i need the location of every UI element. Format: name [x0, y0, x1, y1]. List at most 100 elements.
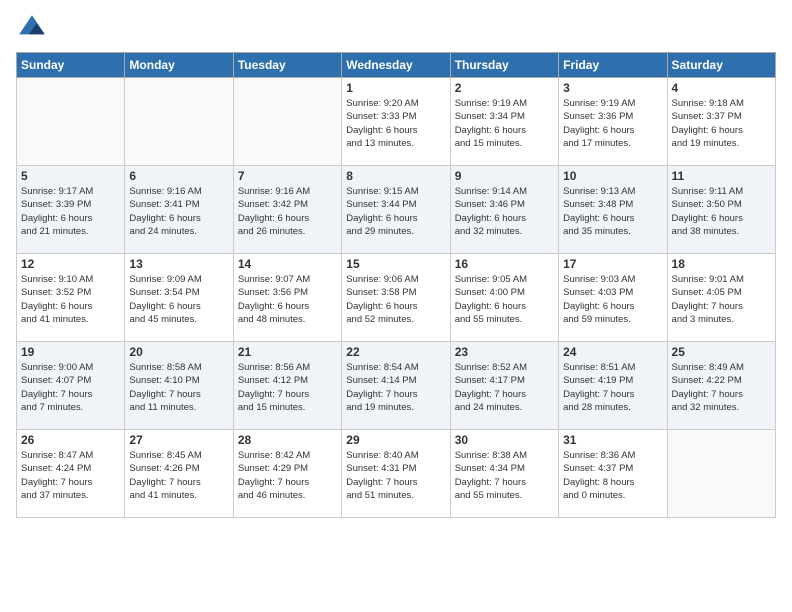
day-number: 27 [129, 433, 228, 447]
day-info: Sunrise: 8:51 AM Sunset: 4:19 PM Dayligh… [563, 361, 662, 414]
calendar-cell: 30 Sunrise: 8:38 AM Sunset: 4:34 PM Dayli… [450, 430, 558, 518]
day-number: 24 [563, 345, 662, 359]
day-number: 28 [238, 433, 337, 447]
calendar-cell: 21Sunrise: 8:56 AM Sunset: 4:12 PM Dayli… [233, 342, 341, 430]
day-number: 14 [238, 257, 337, 271]
calendar-cell: 10 Sunrise: 9:13 AM Sunset: 3:48 PM Dayli… [559, 166, 667, 254]
day-info: Sunrise: 9:18 AM Sunset: 3:37 PM Dayligh… [672, 97, 771, 150]
day-info: Sunrise: 9:09 AM Sunset: 3:54 PM Dayligh… [129, 273, 228, 326]
calendar-week-1: 1 Sunrise: 9:20 AM Sunset: 3:33 PM Daylig… [17, 78, 776, 166]
col-saturday: Saturday [667, 53, 775, 78]
calendar-week-4: 19 Sunrise: 9:00 AM Sunset: 4:07 PM Dayli… [17, 342, 776, 430]
calendar-cell: 27 Sunrise: 8:45 AM Sunset: 4:26 PM Dayli… [125, 430, 233, 518]
calendar-cell: 20Sunrise: 8:58 AM Sunset: 4:10 PM Dayli… [125, 342, 233, 430]
day-number: 3 [563, 81, 662, 95]
calendar-cell: 11 Sunrise: 9:11 AM Sunset: 3:50 PM Dayli… [667, 166, 775, 254]
day-info: Sunrise: 9:16 AM Sunset: 3:41 PM Dayligh… [129, 185, 228, 238]
logo-icon [16, 12, 48, 44]
day-number: 6 [129, 169, 228, 183]
calendar-cell: 25 Sunrise: 8:49 AM Sunset: 4:22 PM Dayli… [667, 342, 775, 430]
col-friday: Friday [559, 53, 667, 78]
calendar-cell: 13 Sunrise: 9:09 AM Sunset: 3:54 PM Dayli… [125, 254, 233, 342]
calendar-cell: 29 Sunrise: 8:40 AM Sunset: 4:31 PM Dayli… [342, 430, 450, 518]
col-sunday: Sunday [17, 53, 125, 78]
day-number: 18 [672, 257, 771, 271]
day-info: Sunrise: 8:42 AM Sunset: 4:29 PM Dayligh… [238, 449, 337, 502]
day-number: 26 [21, 433, 120, 447]
day-number: 16 [455, 257, 554, 271]
day-info: Sunrise: 9:19 AM Sunset: 3:36 PM Dayligh… [563, 97, 662, 150]
calendar-cell: 5 Sunrise: 9:17 AM Sunset: 3:39 PM Daylig… [17, 166, 125, 254]
day-info: Sunrise: 9:14 AM Sunset: 3:46 PM Dayligh… [455, 185, 554, 238]
day-info: Sunrise: 9:05 AM Sunset: 4:00 PM Dayligh… [455, 273, 554, 326]
day-info: Sunrise: 8:40 AM Sunset: 4:31 PM Dayligh… [346, 449, 445, 502]
calendar-cell: 3 Sunrise: 9:19 AM Sunset: 3:36 PM Daylig… [559, 78, 667, 166]
calendar-week-3: 12 Sunrise: 9:10 AM Sunset: 3:52 PM Dayli… [17, 254, 776, 342]
calendar-cell [667, 430, 775, 518]
day-info: Sunrise: 9:20 AM Sunset: 3:33 PM Dayligh… [346, 97, 445, 150]
day-number: 1 [346, 81, 445, 95]
calendar-body: 1 Sunrise: 9:20 AM Sunset: 3:33 PM Daylig… [17, 78, 776, 518]
day-number: 23 [455, 345, 554, 359]
calendar-cell [233, 78, 341, 166]
day-info: Sunrise: 8:45 AM Sunset: 4:26 PM Dayligh… [129, 449, 228, 502]
day-info: Sunrise: 9:13 AM Sunset: 3:48 PM Dayligh… [563, 185, 662, 238]
day-number: 17 [563, 257, 662, 271]
calendar-cell: 26 Sunrise: 8:47 AM Sunset: 4:24 PM Dayli… [17, 430, 125, 518]
calendar-cell: 15 Sunrise: 9:06 AM Sunset: 3:58 PM Dayli… [342, 254, 450, 342]
calendar-cell: 17Sunrise: 9:03 AM Sunset: 4:03 PM Dayli… [559, 254, 667, 342]
col-wednesday: Wednesday [342, 53, 450, 78]
day-number: 19 [21, 345, 120, 359]
calendar-cell: 12 Sunrise: 9:10 AM Sunset: 3:52 PM Dayli… [17, 254, 125, 342]
day-info: Sunrise: 9:11 AM Sunset: 3:50 PM Dayligh… [672, 185, 771, 238]
day-number: 13 [129, 257, 228, 271]
day-info: Sunrise: 9:17 AM Sunset: 3:39 PM Dayligh… [21, 185, 120, 238]
calendar-cell: 14Sunrise: 9:07 AM Sunset: 3:56 PM Dayli… [233, 254, 341, 342]
day-info: Sunrise: 9:00 AM Sunset: 4:07 PM Dayligh… [21, 361, 120, 414]
day-info: Sunrise: 8:49 AM Sunset: 4:22 PM Dayligh… [672, 361, 771, 414]
day-info: Sunrise: 8:54 AM Sunset: 4:14 PM Dayligh… [346, 361, 445, 414]
day-number: 5 [21, 169, 120, 183]
day-info: Sunrise: 9:01 AM Sunset: 4:05 PM Dayligh… [672, 273, 771, 326]
calendar-cell: 1 Sunrise: 9:20 AM Sunset: 3:33 PM Daylig… [342, 78, 450, 166]
day-number: 15 [346, 257, 445, 271]
day-number: 2 [455, 81, 554, 95]
day-info: Sunrise: 8:38 AM Sunset: 4:34 PM Dayligh… [455, 449, 554, 502]
day-info: Sunrise: 9:06 AM Sunset: 3:58 PM Dayligh… [346, 273, 445, 326]
calendar-cell: 22Sunrise: 8:54 AM Sunset: 4:14 PM Dayli… [342, 342, 450, 430]
header [16, 12, 776, 44]
day-number: 9 [455, 169, 554, 183]
day-info: Sunrise: 8:47 AM Sunset: 4:24 PM Dayligh… [21, 449, 120, 502]
day-number: 12 [21, 257, 120, 271]
day-info: Sunrise: 9:10 AM Sunset: 3:52 PM Dayligh… [21, 273, 120, 326]
day-number: 8 [346, 169, 445, 183]
day-number: 31 [563, 433, 662, 447]
calendar-cell: 9 Sunrise: 9:14 AM Sunset: 3:46 PM Daylig… [450, 166, 558, 254]
col-monday: Monday [125, 53, 233, 78]
page: Sunday Monday Tuesday Wednesday Thursday… [0, 0, 792, 612]
day-number: 11 [672, 169, 771, 183]
day-info: Sunrise: 8:56 AM Sunset: 4:12 PM Dayligh… [238, 361, 337, 414]
day-info: Sunrise: 9:15 AM Sunset: 3:44 PM Dayligh… [346, 185, 445, 238]
day-info: Sunrise: 8:36 AM Sunset: 4:37 PM Dayligh… [563, 449, 662, 502]
calendar-cell [17, 78, 125, 166]
calendar-cell: 24 Sunrise: 8:51 AM Sunset: 4:19 PM Dayli… [559, 342, 667, 430]
calendar-week-2: 5 Sunrise: 9:17 AM Sunset: 3:39 PM Daylig… [17, 166, 776, 254]
calendar-cell: 4Sunrise: 9:18 AM Sunset: 3:37 PM Daylig… [667, 78, 775, 166]
day-info: Sunrise: 8:58 AM Sunset: 4:10 PM Dayligh… [129, 361, 228, 414]
calendar-cell: 7Sunrise: 9:16 AM Sunset: 3:42 PM Daylig… [233, 166, 341, 254]
header-row: Sunday Monday Tuesday Wednesday Thursday… [17, 53, 776, 78]
calendar-cell [125, 78, 233, 166]
day-number: 25 [672, 345, 771, 359]
col-tuesday: Tuesday [233, 53, 341, 78]
calendar-cell: 16 Sunrise: 9:05 AM Sunset: 4:00 PM Dayli… [450, 254, 558, 342]
calendar-header: Sunday Monday Tuesday Wednesday Thursday… [17, 53, 776, 78]
day-info: Sunrise: 9:19 AM Sunset: 3:34 PM Dayligh… [455, 97, 554, 150]
calendar-cell: 8 Sunrise: 9:15 AM Sunset: 3:44 PM Daylig… [342, 166, 450, 254]
calendar-cell: 18 Sunrise: 9:01 AM Sunset: 4:05 PM Dayli… [667, 254, 775, 342]
day-info: Sunrise: 9:16 AM Sunset: 3:42 PM Dayligh… [238, 185, 337, 238]
col-thursday: Thursday [450, 53, 558, 78]
day-number: 29 [346, 433, 445, 447]
day-number: 10 [563, 169, 662, 183]
day-number: 30 [455, 433, 554, 447]
